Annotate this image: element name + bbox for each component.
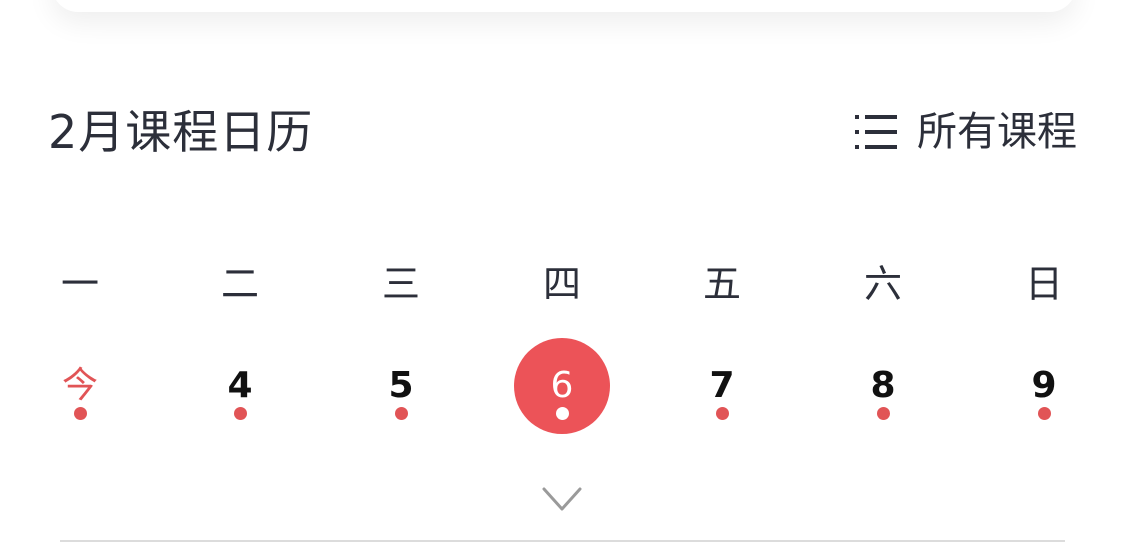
divider — [60, 540, 1065, 542]
weekday-tue: 二 — [220, 262, 259, 306]
course-dot — [234, 407, 247, 420]
course-dot — [74, 407, 87, 420]
top-card — [52, 0, 1076, 12]
calendar-title: 2月课程日历 — [48, 105, 314, 159]
course-dot — [556, 407, 569, 420]
day-number: 9 — [1031, 365, 1057, 406]
day-number: 7 — [709, 365, 735, 406]
day-number: 5 — [388, 365, 414, 406]
list-icon — [855, 115, 897, 149]
weekday-header: 一 二 三 四 五 六 日 — [0, 258, 1125, 310]
day-number: 今 — [61, 365, 98, 406]
day-4[interactable]: 4 — [185, 338, 295, 434]
course-dot — [1038, 407, 1051, 420]
day-today[interactable]: 今 — [25, 338, 135, 434]
weekday-wed: 三 — [381, 262, 420, 306]
day-number: 8 — [870, 365, 896, 406]
all-courses-label: 所有课程 — [917, 109, 1077, 155]
day-6-selected[interactable]: 6 — [507, 338, 617, 434]
weekday-fri: 五 — [702, 262, 741, 306]
course-dot — [877, 407, 890, 420]
course-dot — [395, 407, 408, 420]
day-5[interactable]: 5 — [346, 338, 456, 434]
day-number: 4 — [227, 365, 253, 406]
week-days-row: 今 4 5 6 7 8 9 — [0, 338, 1125, 434]
weekday-sun: 日 — [1024, 262, 1063, 306]
weekday-mon: 一 — [60, 262, 99, 306]
day-8[interactable]: 8 — [828, 338, 938, 434]
course-dot — [716, 407, 729, 420]
all-courses-button[interactable]: 所有课程 — [855, 108, 1077, 156]
day-7[interactable]: 7 — [667, 338, 777, 434]
chevron-down-icon[interactable] — [540, 484, 584, 514]
weekday-sat: 六 — [863, 262, 902, 306]
day-number: 6 — [550, 365, 574, 406]
day-9[interactable]: 9 — [989, 338, 1099, 434]
weekday-thu: 四 — [542, 262, 581, 306]
